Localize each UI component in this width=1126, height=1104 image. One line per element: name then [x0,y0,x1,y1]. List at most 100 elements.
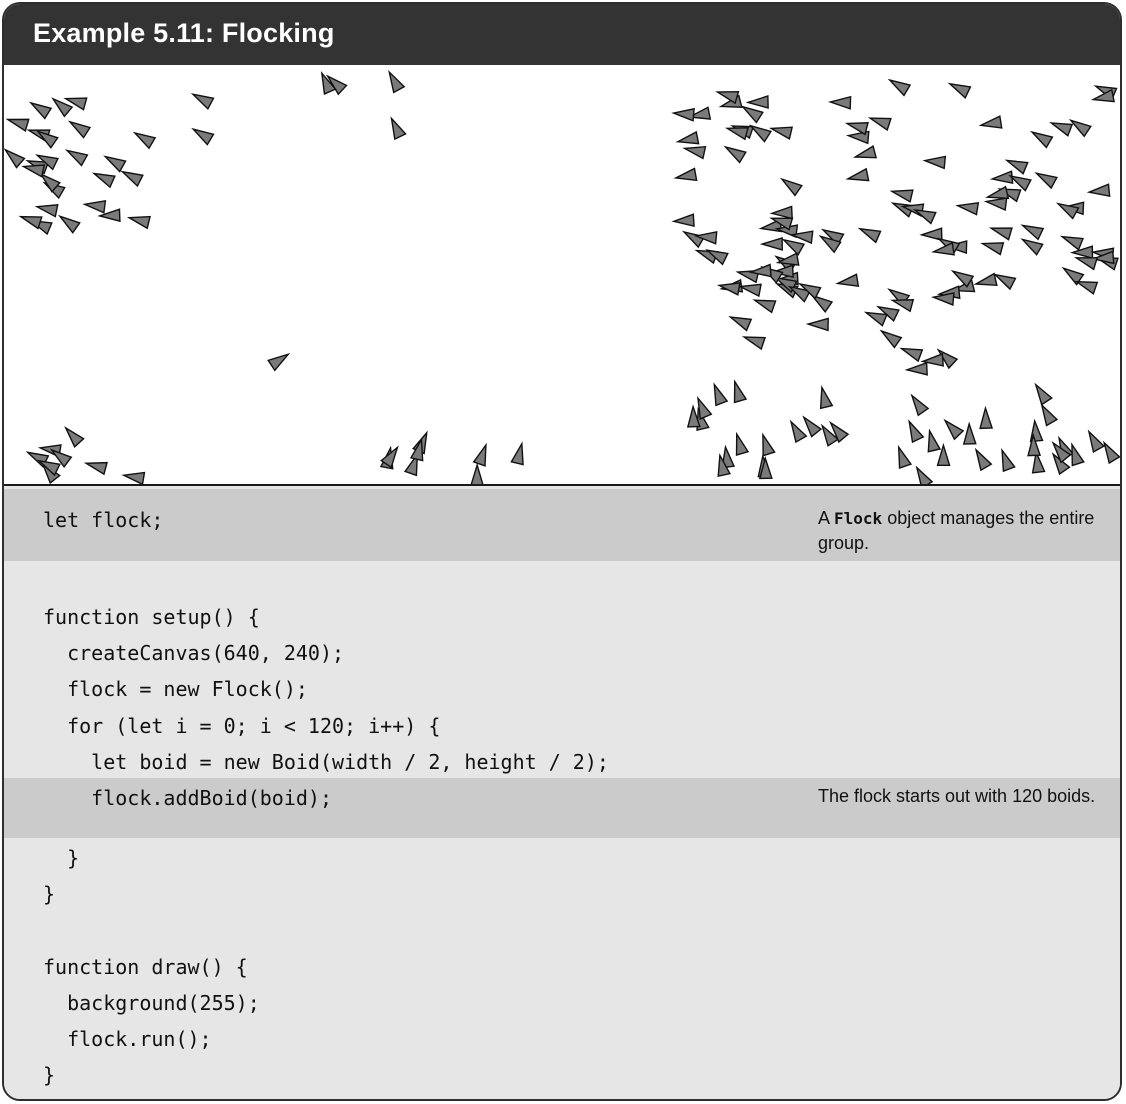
boid-triangle [844,122,869,136]
boid-triangle [1029,418,1044,443]
boid-triangle [867,117,892,132]
boid-triangle [733,379,748,404]
boid-triangle [5,118,30,132]
boid-triangle [64,426,85,448]
boid-triangle [190,93,215,111]
boid-triangle [819,385,834,410]
boid-triangle [973,272,998,287]
boid-triangle [922,155,947,170]
boid-triangle [713,382,729,407]
boid-triangle [1020,224,1045,241]
example-title: Example 5.11: Flocking [33,18,335,48]
boid-triangle [715,90,740,105]
boid-triangle [962,421,977,445]
annotation-flock-object: A Flock object manages the entire group. [818,508,1095,553]
boid-triangle [931,241,955,256]
boid-triangle [1001,448,1016,473]
boid-triangle [735,431,750,456]
boid-triangle [675,130,700,145]
boid-triangle [83,461,108,476]
boid-triangle [980,242,1005,256]
boid-triangle [1069,245,1094,260]
boid-triangle [988,227,1013,241]
boid-triangle [845,167,870,182]
boid-triangle [1102,440,1120,465]
boid-triangle [18,215,43,230]
boid-triangle [879,329,903,349]
boid-triangle [510,441,524,466]
boid-triangle [857,227,882,244]
boid-triangle [927,428,942,453]
boid-triangle [28,101,53,120]
boid-triangle [768,126,794,140]
boid-triangle [1004,159,1029,175]
boid-triangle [835,273,860,288]
boid-triangle [472,442,487,467]
boid-triangle [67,120,92,139]
boid-triangle [943,418,965,441]
boid-triangle [723,145,747,164]
boid-triangle [671,107,695,122]
boid-triangle [910,393,930,417]
boid-triangle [737,283,762,298]
boid-triangle [120,170,144,188]
boid-triangle [82,200,107,214]
boid-triangle [1087,429,1106,454]
boid-triangle [978,115,1003,129]
boid-triangle [899,347,924,363]
boid-triangle [762,432,776,457]
code-line: let boid = new Boid(width / 2, height / … [43,750,609,774]
boid-triangle [1040,403,1059,427]
boid-triangle [789,419,808,444]
boid-triangle [1059,235,1084,251]
boid-triangle [745,95,769,109]
annotation-flock-size: The flock starts out with 120 boids. [818,786,1096,806]
boid-triangle [989,170,1014,185]
boid-triangle [852,145,878,159]
boid-triangle [915,465,934,484]
boid-triangle [752,299,777,314]
boid-triangle [947,82,972,99]
boid-triangle [191,127,215,146]
boid-triangle [671,213,695,228]
boid-triangle [889,189,914,203]
boid-triangle [34,204,59,218]
boid-triangle [741,336,766,351]
boid-triangle [673,167,698,182]
boid-triangle [908,419,925,444]
boid-triangle [1086,183,1111,198]
boid-triangle [682,145,707,160]
code-line: } [43,882,56,906]
boid-triangle [388,69,406,94]
boid-triangle [979,405,994,430]
boid-triangle [827,95,852,110]
code-line: background(255); [43,991,260,1015]
boid-triangle [51,97,74,118]
code-line: for (let i = 0; i < 120; i++) { [43,714,441,738]
boid-triangle [779,177,803,197]
boid-triangle [103,155,127,173]
boid-triangle [1034,382,1053,406]
code-line: function setup() { [43,605,260,629]
code-line: let flock; [43,508,164,532]
boid-triangle [267,353,291,372]
code-line: function draw() { [43,955,248,979]
boid-triangle [390,116,407,141]
code-line: flock = new Flock(); [43,677,308,701]
boid-triangle [887,78,912,97]
code-line: } [43,1063,56,1087]
boid-triangle [4,148,26,169]
boid-triangle [769,205,793,220]
boid-triangle [91,172,116,189]
boid-triangle [121,471,146,484]
boid-triangle [1049,122,1074,137]
boid-triangle [759,236,783,251]
boid-triangle [974,447,993,472]
boids-drawing [4,69,1120,484]
example-frame: Example 5.11: Flocking let flock; functi… [2,2,1122,1101]
sketch-canvas [4,65,1120,486]
boid-triangle [904,361,928,376]
code-line: } [43,846,80,870]
boid-triangle [728,316,753,332]
boid-triangle [126,215,151,230]
